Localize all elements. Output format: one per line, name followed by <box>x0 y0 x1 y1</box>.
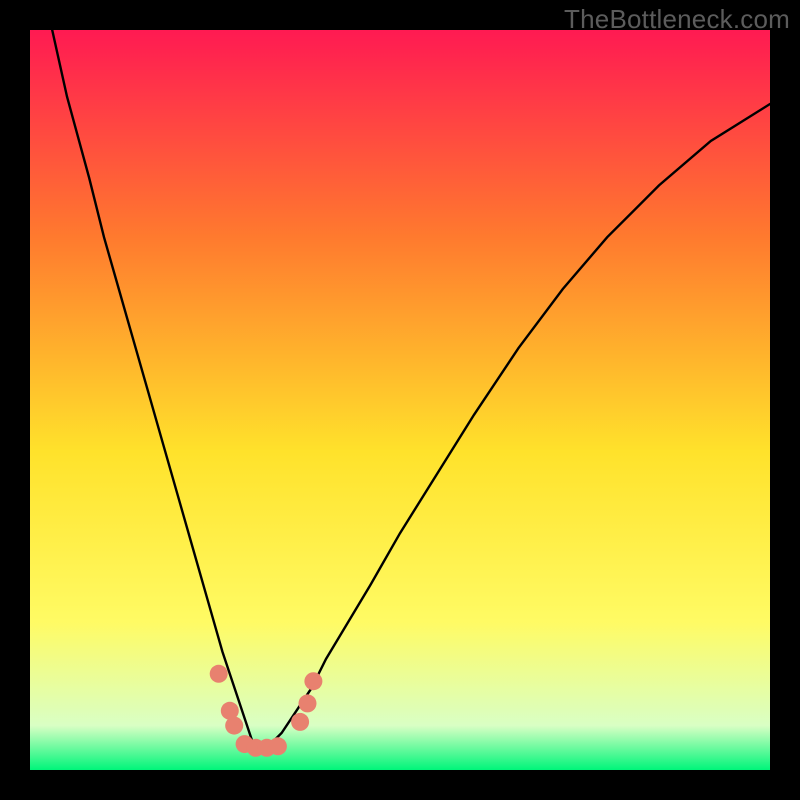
bottleneck-chart <box>30 30 770 770</box>
data-marker <box>269 737 287 755</box>
data-marker <box>291 713 309 731</box>
data-marker <box>304 672 322 690</box>
data-marker <box>299 694 317 712</box>
data-marker <box>210 665 228 683</box>
chart-frame: TheBottleneck.com <box>0 0 800 800</box>
data-marker <box>225 717 243 735</box>
gradient-background <box>30 30 770 770</box>
